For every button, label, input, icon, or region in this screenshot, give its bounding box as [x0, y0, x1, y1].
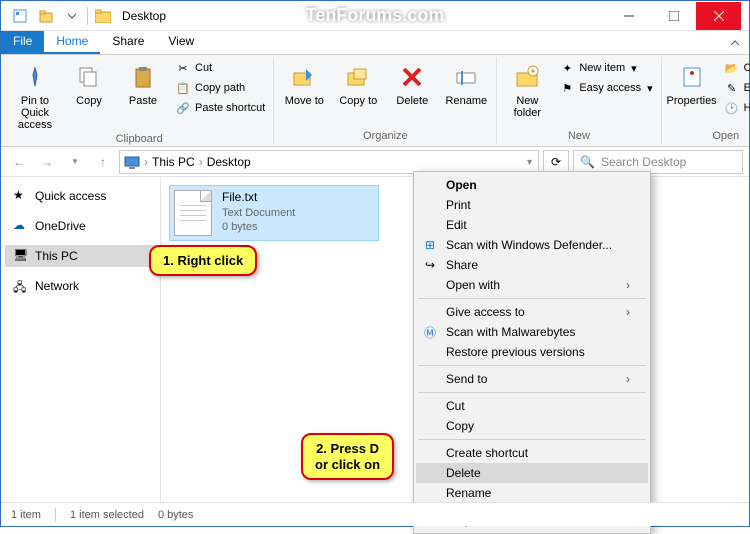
cm-delete[interactable]: Delete	[416, 463, 648, 483]
folder-icon	[92, 5, 114, 27]
cm-defender[interactable]: ⊞Scan with Windows Defender...	[416, 235, 648, 255]
open-button[interactable]: 📂Open▾	[722, 59, 750, 77]
nav-onedrive[interactable]: ☁OneDrive	[5, 215, 156, 237]
qat-new-folder-icon[interactable]	[35, 5, 57, 27]
file-name: File.txt	[222, 190, 295, 206]
qat-dropdown-icon[interactable]	[61, 5, 83, 27]
up-button[interactable]: ↑	[91, 150, 115, 174]
history-button[interactable]: 🕑History	[722, 99, 750, 117]
callout-1: 1. Right click	[149, 245, 257, 276]
edit-button[interactable]: ✎Edit	[722, 79, 750, 97]
file-size: 0 bytes	[222, 220, 295, 234]
tab-view[interactable]: View	[156, 31, 206, 54]
paste-shortcut-button[interactable]: 🔗Paste shortcut	[173, 99, 267, 117]
refresh-button[interactable]: ⟳	[543, 150, 569, 174]
cm-open-with[interactable]: Open with›	[416, 275, 648, 295]
delete-x-icon	[396, 61, 428, 93]
new-item-icon: ✦	[559, 60, 575, 76]
history-icon: 🕑	[724, 100, 740, 116]
cm-send-to[interactable]: Send to›	[416, 369, 648, 389]
copy-to-button[interactable]: Copy to	[334, 59, 382, 109]
window-title: Desktop	[122, 9, 166, 23]
scissors-icon: ✂	[175, 60, 191, 76]
cm-rename[interactable]: Rename	[416, 483, 648, 503]
shield-icon: ⊞	[422, 237, 438, 253]
context-menu: Open Print Edit ⊞Scan with Windows Defen…	[413, 171, 651, 534]
close-button[interactable]	[696, 2, 741, 30]
cm-copy[interactable]: Copy	[416, 416, 648, 436]
easy-access-icon: ⚑	[559, 80, 575, 96]
tab-file[interactable]: File	[1, 31, 44, 54]
copy-path-icon: 📋	[175, 80, 191, 96]
ribbon-collapse-icon[interactable]	[721, 31, 749, 54]
nav-network[interactable]: 🖧Network	[5, 275, 156, 297]
callout-2: 2. Press Dor click on	[301, 433, 394, 480]
status-size: 0 bytes	[158, 509, 193, 521]
open-icon: 📂	[724, 60, 740, 76]
ribbon: Pin to Quick access Copy Paste ✂Cut 📋Cop…	[1, 55, 749, 147]
share-icon: ↪	[422, 257, 438, 273]
cm-share[interactable]: ↪Share	[416, 255, 648, 275]
cm-restore[interactable]: Restore previous versions	[416, 342, 648, 362]
star-icon: ★	[13, 188, 29, 204]
tab-share[interactable]: Share	[100, 31, 156, 54]
properties-button[interactable]: Properties	[668, 59, 716, 109]
cm-malwarebytes[interactable]: ⓂScan with Malwarebytes	[416, 322, 648, 342]
qat-properties-icon[interactable]	[9, 5, 31, 27]
pc-icon	[124, 155, 140, 169]
delete-button[interactable]: Delete	[388, 59, 436, 109]
cm-edit[interactable]: Edit	[416, 215, 648, 235]
chevron-right-icon: ›	[626, 278, 630, 292]
file-type: Text Document	[222, 206, 295, 220]
cm-give-access[interactable]: Give access to›	[416, 302, 648, 322]
move-to-button[interactable]: Move to	[280, 59, 328, 109]
cm-create-shortcut[interactable]: Create shortcut	[416, 443, 648, 463]
title-bar: Desktop TenForums.com	[1, 1, 749, 31]
search-input[interactable]: 🔍Search Desktop	[573, 150, 743, 174]
chevron-right-icon: ›	[626, 305, 630, 319]
cut-button[interactable]: ✂Cut	[173, 59, 267, 77]
chevron-right-icon: ›	[626, 372, 630, 386]
nav-quick-access[interactable]: ★Quick access	[5, 185, 156, 207]
tab-home[interactable]: Home	[44, 31, 100, 54]
svg-text:✦: ✦	[530, 67, 537, 76]
recent-dropdown[interactable]: ▼	[63, 150, 87, 174]
back-button[interactable]: ←	[7, 150, 31, 174]
easy-access-button[interactable]: ⚑Easy access▾	[557, 79, 654, 97]
forward-button[interactable]: →	[35, 150, 59, 174]
cm-cut[interactable]: Cut	[416, 396, 648, 416]
nav-this-pc[interactable]: 🖥This PC	[5, 245, 156, 267]
edit-icon: ✎	[724, 80, 740, 96]
copy-button[interactable]: Copy	[65, 59, 113, 109]
network-icon: 🖧	[13, 278, 29, 294]
file-item[interactable]: File.txt Text Document 0 bytes	[169, 185, 379, 241]
ribbon-tabs: File Home Share View	[1, 31, 749, 55]
properties-icon	[676, 61, 708, 93]
status-count: 1 item	[11, 509, 41, 521]
paste-button[interactable]: Paste	[119, 59, 167, 109]
rename-button[interactable]: Rename	[442, 59, 490, 109]
navigation-pane: ★Quick access ☁OneDrive 🖥This PC 🖧Networ…	[1, 177, 161, 503]
new-folder-button[interactable]: ✦New folder	[503, 59, 551, 121]
new-item-button[interactable]: ✦New item▾	[557, 59, 654, 77]
status-bar: 1 item 1 item selected 0 bytes	[1, 502, 749, 526]
pc-icon: 🖥	[13, 248, 29, 264]
cloud-icon: ☁	[13, 218, 29, 234]
malwarebytes-icon: Ⓜ	[422, 324, 438, 340]
search-icon: 🔍	[580, 155, 595, 169]
copy-path-button[interactable]: 📋Copy path	[173, 79, 267, 97]
status-selected: 1 item selected	[70, 509, 144, 521]
pin-to-quick-access-button[interactable]: Pin to Quick access	[11, 59, 59, 133]
maximize-button[interactable]	[651, 2, 696, 30]
breadcrumb[interactable]: › This PC › Desktop ▼	[119, 150, 539, 174]
watermark: TenForums.com	[306, 5, 445, 26]
shortcut-icon: 🔗	[175, 100, 191, 116]
minimize-button[interactable]	[606, 2, 651, 30]
cm-print[interactable]: Print	[416, 195, 648, 215]
chevron-down-icon[interactable]: ▼	[525, 157, 534, 167]
cm-open[interactable]: Open	[416, 175, 648, 195]
text-file-icon	[174, 190, 212, 236]
